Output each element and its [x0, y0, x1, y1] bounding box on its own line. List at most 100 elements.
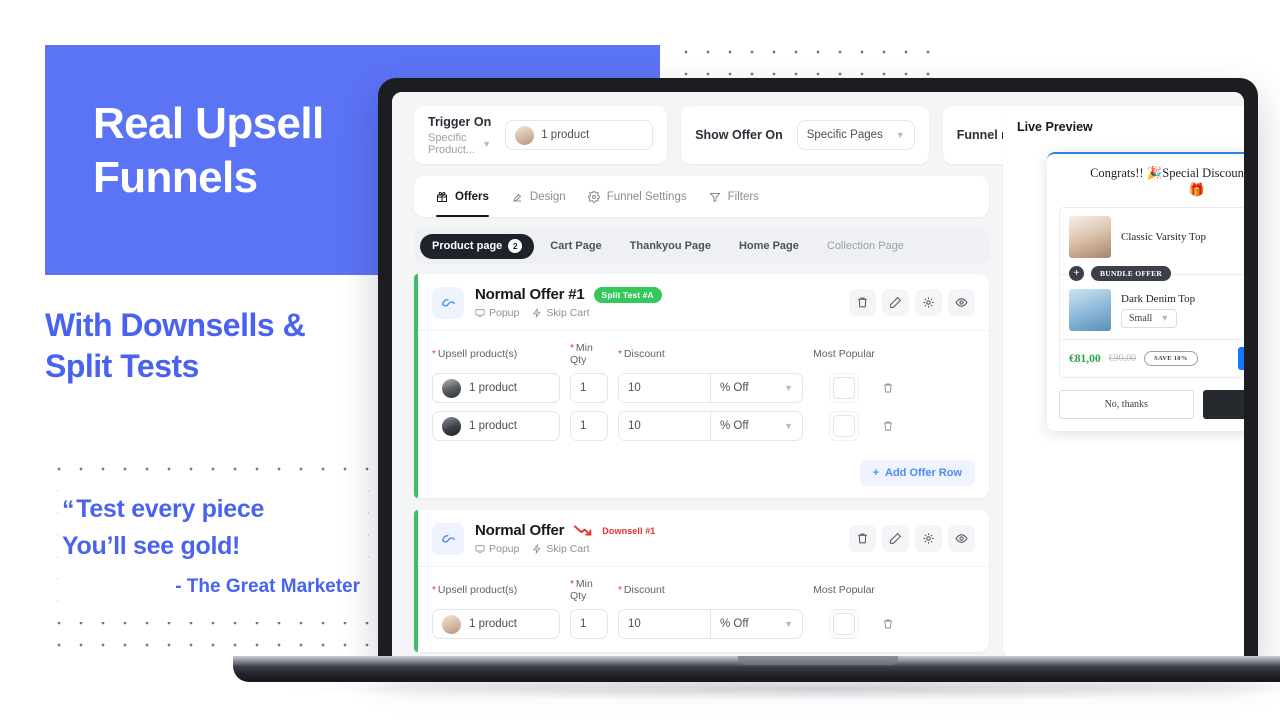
required-mark: *: [618, 585, 622, 596]
gear-icon: [587, 190, 600, 203]
chip-home-page-label: Home Page: [738, 240, 799, 252]
gear-icon: [923, 297, 934, 308]
offer-meta: Popup Skip Cart: [475, 543, 655, 555]
row-min-qty-input[interactable]: 1: [570, 373, 608, 403]
trigger-on-select[interactable]: Specific Product... ▼: [428, 132, 491, 156]
preview-item-block: Dark Denim Top Small ▼: [1121, 293, 1195, 328]
row-product-picker[interactable]: 1 product: [432, 411, 560, 441]
table-row: 1 product 1 10 % Off ▼: [432, 609, 975, 639]
row-product-picker[interactable]: 1 product: [432, 373, 560, 403]
required-mark: *: [570, 579, 574, 590]
status-badge: Downsell #1: [602, 525, 656, 536]
product-image: [1069, 216, 1111, 258]
row-min-qty-input[interactable]: 1: [570, 411, 608, 441]
wave-icon: [441, 534, 455, 543]
col-discount: * Discount: [618, 348, 803, 360]
offer-meta-popup-label: Popup: [489, 307, 520, 319]
add-offer-row-label: Add Offer Row: [885, 467, 962, 479]
delete-offer-button[interactable]: [849, 289, 876, 316]
funnel-config-bar: Trigger On Specific Product... ▼ 1 produ…: [414, 106, 1166, 164]
preview-bundle-box: Classic Varsity Top + BUNDLE OFFER Dark …: [1059, 207, 1244, 378]
row-discount-unit-select[interactable]: % Off ▼: [710, 412, 802, 440]
preview-variant-select[interactable]: Small ▼: [1121, 308, 1178, 328]
tab-design[interactable]: Design: [511, 176, 566, 217]
eye-icon: [955, 298, 968, 307]
row-discount-unit-select[interactable]: % Off ▼: [710, 610, 802, 638]
preview-bundle-separator: + BUNDLE OFFER: [1060, 266, 1244, 281]
preview-offer-button[interactable]: [948, 289, 975, 316]
show-offer-on-select[interactable]: Specific Pages ▼: [796, 120, 915, 150]
product-thumbnail: [442, 378, 461, 398]
trash-icon: [884, 421, 892, 431]
preview-no-thanks-button[interactable]: No, thanks: [1059, 390, 1194, 419]
filter-icon: [709, 192, 721, 202]
chip-collection-page[interactable]: Collection Page: [815, 234, 916, 259]
plus-icon: +: [1069, 266, 1084, 281]
row-min-qty-input[interactable]: 1: [570, 609, 608, 639]
plus-icon: +: [872, 467, 879, 479]
offer-meta-skipcart: Skip Cart: [532, 307, 590, 319]
trash-icon: [858, 533, 867, 544]
preview-checkout-button[interactable]: Checkout: [1202, 390, 1244, 419]
promo-headline: Real Upsell Funnels: [93, 99, 324, 202]
trigger-on-group: Trigger On Specific Product... ▼: [428, 115, 491, 156]
row-discount-group: 10 % Off ▼: [618, 411, 803, 441]
monitor-icon: [475, 309, 485, 318]
row-product-value: 1 product: [469, 420, 517, 432]
row-product-value: 1 product: [469, 618, 517, 630]
row-most-popular-checkbox[interactable]: [829, 609, 859, 639]
row-discount-input[interactable]: 10: [619, 374, 710, 402]
funnel-tabs-panel: Offers Design Funnel Settings Filters: [414, 176, 989, 217]
col-upsell-products: * Upsell product(s): [432, 584, 560, 596]
chip-home-page[interactable]: Home Page: [727, 234, 811, 259]
laptop-mockup: Trigger On Specific Product... ▼ 1 produ…: [233, 78, 1280, 700]
edit-offer-button[interactable]: [882, 289, 909, 316]
edit-offer-button[interactable]: [882, 525, 909, 552]
col-most-popular: Most Popular: [813, 348, 875, 360]
offer-meta: Popup Skip Cart: [475, 307, 662, 319]
tab-funnel-settings[interactable]: Funnel Settings: [587, 176, 687, 217]
offer-header: Normal Offer #1 Split Test #A Popup Skip…: [418, 274, 989, 331]
col-discount: * Discount: [618, 584, 803, 596]
laptop-notch: [738, 656, 898, 665]
tab-offers[interactable]: Offers: [436, 176, 489, 217]
trigger-product-picker[interactable]: 1 product: [505, 120, 654, 150]
row-most-popular-checkbox[interactable]: [829, 411, 859, 441]
required-mark: *: [570, 343, 574, 354]
delete-offer-button[interactable]: [849, 525, 876, 552]
chevron-down-icon: ▼: [482, 138, 492, 149]
preview-yes-button[interactable]: Yes, I want: [1238, 347, 1244, 370]
trash-icon: [884, 383, 892, 393]
preview-offer-button[interactable]: [948, 525, 975, 552]
row-most-popular-cell: [813, 373, 875, 403]
chip-cart-page[interactable]: Cart Page: [538, 234, 613, 259]
row-delete-button[interactable]: [875, 382, 901, 394]
row-discount-input[interactable]: 10: [619, 610, 710, 638]
required-mark: *: [618, 349, 622, 360]
offer-brand-icon: [432, 286, 464, 319]
add-offer-row-button[interactable]: + Add Offer Row: [859, 460, 975, 486]
offer-settings-button[interactable]: [915, 289, 942, 316]
offer-list: Normal Offer #1 Split Test #A Popup Skip…: [414, 274, 989, 652]
quote-mark-icon: “: [62, 496, 75, 524]
chip-product-page[interactable]: Product page 2: [420, 233, 535, 259]
app-window: Trigger On Specific Product... ▼ 1 produ…: [392, 92, 1244, 658]
row-discount-input[interactable]: 10: [619, 412, 710, 440]
row-discount-unit-select[interactable]: % Off ▼: [710, 374, 802, 402]
offer-settings-button[interactable]: [915, 525, 942, 552]
quote-text: “Test every piece You’ll see gold!: [62, 492, 362, 564]
offer-title-line: Normal Offer #1 Split Test #A: [475, 286, 662, 303]
chevron-down-icon: ▼: [1160, 313, 1170, 323]
row-delete-button[interactable]: [875, 618, 901, 630]
preview-item-name: Dark Denim Top: [1121, 292, 1196, 305]
row-delete-button[interactable]: [875, 420, 901, 432]
product-thumbnail: [515, 125, 535, 145]
tab-design-label: Design: [529, 190, 566, 203]
row-most-popular-checkbox[interactable]: [829, 373, 859, 403]
row-product-picker[interactable]: 1 product: [432, 609, 560, 639]
offer-title-line: Normal Offer Downsell #1: [475, 522, 655, 539]
table-row: 1 product 1 10 % Off ▼: [432, 373, 975, 403]
tab-filters[interactable]: Filters: [709, 176, 759, 217]
col-most-popular: Most Popular: [813, 584, 875, 596]
chip-thankyou-page[interactable]: Thankyou Page: [618, 234, 723, 259]
